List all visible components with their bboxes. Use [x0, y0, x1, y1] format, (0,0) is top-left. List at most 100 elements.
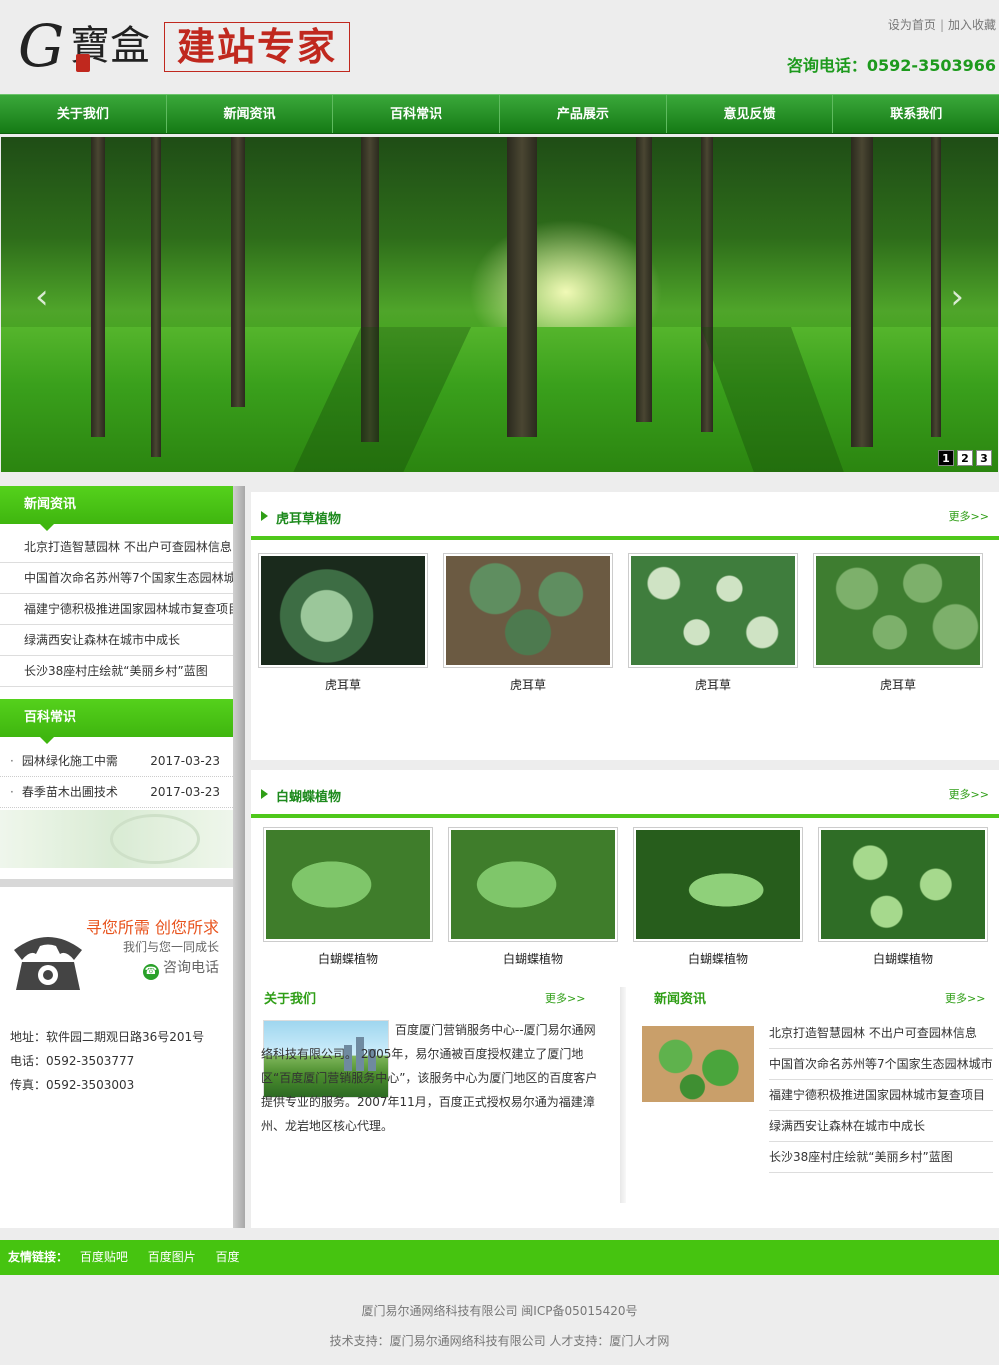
right-news-list: 北京打造智慧园林 不出户可查园林信息 中国首次命名苏州等7个国家生态园林城市 福…	[769, 1018, 993, 1173]
product-image[interactable]	[813, 553, 983, 668]
product-caption[interactable]: 虎耳草	[813, 676, 983, 693]
bullet-icon: ·	[10, 754, 14, 768]
left-sidebar: 新闻资讯 北京打造智慧园林 不出户可查园林信息 中国首次命名苏州等7个国家生态园…	[0, 486, 245, 1228]
banner-prev-icon[interactable]: ‹	[35, 277, 49, 317]
top-links: 设为首页 | 加入收藏	[888, 16, 996, 33]
section-header: 虎耳草植物 更多>>	[251, 492, 999, 540]
product-image[interactable]	[258, 553, 428, 668]
nav-baike[interactable]: 百科常识	[333, 95, 501, 133]
right-news-title[interactable]: 新闻资讯	[654, 988, 706, 1007]
product-image[interactable]	[448, 827, 618, 942]
product-caption[interactable]: 白蝴蝶植物	[448, 950, 618, 967]
product-card[interactable]: 白蝴蝶植物	[448, 827, 618, 967]
triangle-icon	[261, 789, 268, 799]
left-news-item[interactable]: 长沙38座村庄绘就“美丽乡村”蓝图	[0, 656, 233, 687]
contact-info: 地址：软件园二期观日路36号201号 电话：0592-3503777 传真：05…	[10, 1025, 204, 1097]
product-caption[interactable]: 虎耳草	[258, 676, 428, 693]
left-baike-title[interactable]: 百科常识	[0, 699, 233, 744]
product-card[interactable]: 虎耳草	[443, 553, 613, 693]
product-caption[interactable]: 白蝴蝶植物	[633, 950, 803, 967]
about-title[interactable]: 关于我们	[264, 988, 316, 1007]
banner-slideshow[interactable]: ‹ › 1 2 3	[1, 137, 998, 472]
product-caption[interactable]: 白蝴蝶植物	[818, 950, 988, 967]
add-favorite-link[interactable]: 加入收藏	[948, 18, 996, 32]
product-caption[interactable]: 虎耳草	[628, 676, 798, 693]
baike-item-date: 2017-03-23	[150, 785, 220, 799]
banner-tree	[151, 137, 161, 457]
left-news-title[interactable]: 新闻资讯	[0, 486, 233, 531]
logo[interactable]: G 寶盒 建站专家	[18, 14, 358, 78]
nav-feedback[interactable]: 意见反馈	[667, 95, 834, 133]
right-news-item[interactable]: 长沙38座村庄绘就“美丽乡村”蓝图	[769, 1142, 993, 1173]
set-homepage-link[interactable]: 设为首页	[888, 18, 936, 32]
telephone-icon	[14, 937, 82, 990]
section-title[interactable]: 虎耳草植物	[276, 508, 341, 527]
banner-tree	[91, 137, 105, 437]
about-text: 百度厦门营销服务中心--厦门易尔通网络科技有限公司。 2005年，易尔通被百度授…	[261, 1023, 598, 1133]
contact-fax: 传真：0592-3503003	[10, 1078, 135, 1092]
logo-g: G	[18, 12, 65, 80]
separator: |	[939, 18, 944, 32]
banner-tree	[701, 137, 713, 432]
friend-link-text[interactable]: 百度	[216, 1250, 240, 1264]
friend-link-text[interactable]: 百度贴吧	[80, 1250, 128, 1264]
right-news-item[interactable]: 福建宁德积极推进国家园林城市复查项目	[769, 1080, 993, 1111]
footer: 厦门易尔通网络科技有限公司 闽ICP备05015420号 技术支持：厦门易尔通网…	[0, 1275, 999, 1365]
about-more-link[interactable]: 更多>>	[545, 990, 585, 1006]
banner-page-3[interactable]: 3	[976, 450, 992, 466]
section-title[interactable]: 白蝴蝶植物	[276, 786, 341, 805]
more-link[interactable]: 更多>>	[949, 786, 989, 802]
banner-tree	[507, 137, 537, 437]
product-card[interactable]: 虎耳草	[628, 553, 798, 693]
banner-tree	[636, 137, 652, 422]
friend-link[interactable]: 百度贴吧	[80, 1250, 144, 1264]
product-image[interactable]	[263, 827, 433, 942]
product-image[interactable]	[818, 827, 988, 942]
right-news-item[interactable]: 中国首次命名苏州等7个国家生态园林城市	[769, 1049, 993, 1080]
left-news-item[interactable]: 中国首次命名苏州等7个国家生态园林城市	[0, 563, 233, 594]
header: G 寶盒 建站专家 设为首页 | 加入收藏 咨询电话：0592-3503966	[0, 0, 999, 92]
product-image[interactable]	[443, 553, 613, 668]
sidebar-shadow	[233, 486, 245, 1228]
baike-item[interactable]: · 春季苗木出圃技术 2017-03-23	[0, 777, 233, 808]
baike-item-title: 园林绿化施工中需	[21, 754, 118, 768]
more-link[interactable]: 更多>>	[949, 508, 989, 524]
banner-page-1[interactable]: 1	[938, 450, 954, 466]
left-news-item[interactable]: 绿满西安让森林在城市中成长	[0, 625, 233, 656]
left-news-list: 北京打造智慧园林 不出户可查园林信息 中国首次命名苏州等7个国家生态园林城市 福…	[0, 532, 233, 687]
product-caption[interactable]: 白蝴蝶植物	[263, 950, 433, 967]
product-image[interactable]	[633, 827, 803, 942]
product-image[interactable]	[628, 553, 798, 668]
right-news-item[interactable]: 绿满西安让森林在城市中成长	[769, 1111, 993, 1142]
contact-phone: 电话：0592-3503777	[10, 1054, 135, 1068]
banner-page-2[interactable]: 2	[957, 450, 973, 466]
product-card[interactable]: 白蝴蝶植物	[818, 827, 988, 967]
friend-links-label: 友情链接：	[8, 1250, 69, 1264]
friend-link-text[interactable]: 百度图片	[148, 1250, 196, 1264]
left-news-item[interactable]: 北京打造智慧园林 不出户可查园林信息	[0, 532, 233, 563]
bullet-icon: ·	[10, 785, 14, 799]
right-news-image[interactable]	[642, 1026, 754, 1102]
friend-link[interactable]: 百度	[216, 1250, 256, 1264]
contact-separator	[0, 879, 233, 887]
product-card[interactable]: 虎耳草	[813, 553, 983, 693]
nav-about[interactable]: 关于我们	[0, 95, 167, 133]
product-card[interactable]: 虎耳草	[258, 553, 428, 693]
nav-products[interactable]: 产品展示	[500, 95, 667, 133]
baike-item[interactable]: · 园林绿化施工中需 2017-03-23	[0, 746, 233, 777]
banner-pagination: 1 2 3	[938, 450, 992, 466]
left-news-item[interactable]: 福建宁德积极推进国家园林城市复查项目	[0, 594, 233, 625]
nav-contact[interactable]: 联系我们	[833, 95, 999, 133]
friend-link[interactable]: 百度图片	[148, 1250, 212, 1264]
product-card[interactable]: 白蝴蝶植物	[633, 827, 803, 967]
main-nav: 关于我们 新闻资讯 百科常识 产品展示 意见反馈 联系我们	[0, 94, 999, 134]
hotline: 咨询电话：0592-3503966	[786, 56, 996, 75]
right-news-more-link[interactable]: 更多>>	[945, 990, 985, 1006]
product-card[interactable]: 白蝴蝶植物	[263, 827, 433, 967]
decorative-strip	[0, 810, 233, 868]
banner-next-icon[interactable]: ›	[950, 277, 964, 317]
nav-news[interactable]: 新闻资讯	[167, 95, 334, 133]
right-news-item[interactable]: 北京打造智慧园林 不出户可查园林信息	[769, 1018, 993, 1049]
banner-tree	[931, 137, 941, 437]
product-caption[interactable]: 虎耳草	[443, 676, 613, 693]
